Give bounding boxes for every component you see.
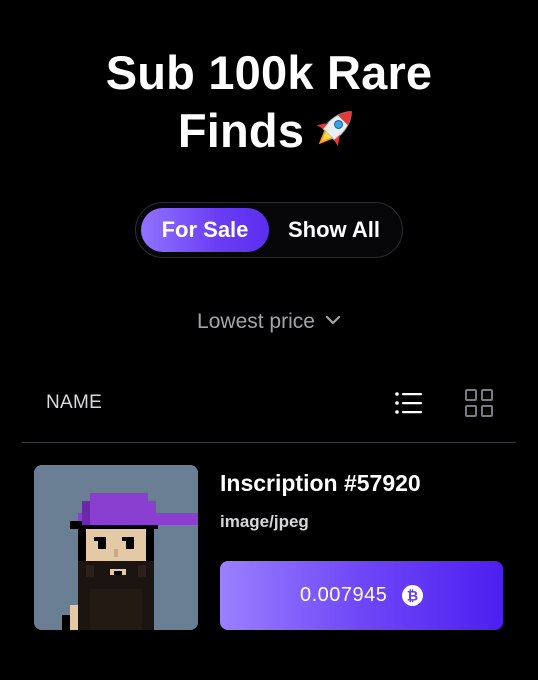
inscription-thumbnail[interactable]	[34, 465, 198, 630]
grid-view-icon[interactable]	[464, 388, 494, 418]
buy-price-button[interactable]: 0.007945 ₿	[220, 561, 503, 630]
sale-filter-toggle: For Sale Show All	[135, 202, 403, 258]
rocket-icon	[316, 111, 352, 147]
sort-dropdown[interactable]: Lowest price	[0, 310, 538, 334]
inscription-title[interactable]: Inscription #57920	[220, 470, 421, 497]
page-title-line2: Finds	[0, 102, 538, 160]
for-sale-tab[interactable]: For Sale	[141, 208, 269, 252]
bitcoin-icon: ₿	[402, 585, 423, 606]
list-view-icon[interactable]	[394, 390, 424, 416]
show-all-tab[interactable]: Show All	[269, 208, 399, 252]
list-header: NAME	[22, 380, 516, 443]
name-column-header: NAME	[46, 392, 103, 413]
inscription-content-type: image/jpeg	[220, 512, 309, 531]
page-title-finds: Finds	[177, 104, 305, 157]
svg-text:₿: ₿	[407, 589, 418, 605]
page-title: Sub 100k Rare Finds	[0, 44, 538, 160]
chevron-down-icon	[325, 315, 341, 325]
pixel-punk-image	[34, 465, 198, 630]
sort-dropdown-label: Lowest price	[197, 310, 315, 333]
page-title-line1: Sub 100k Rare	[105, 46, 433, 99]
price-value: 0.007945	[300, 584, 388, 606]
